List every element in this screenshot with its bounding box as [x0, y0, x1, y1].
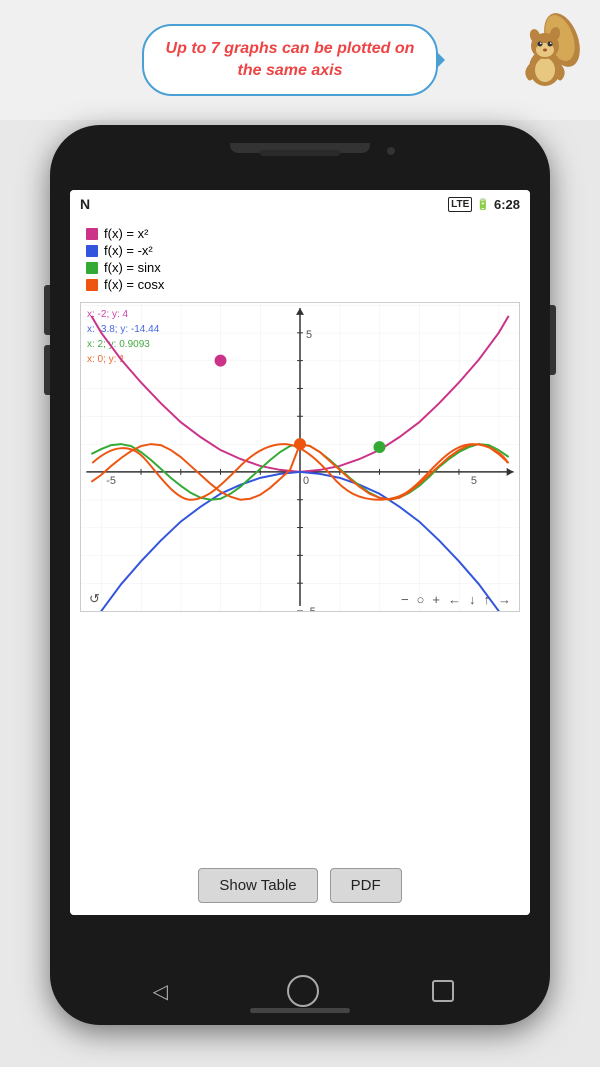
graph-toolbar: ↺ − ○ + ← ↓ ↑ → [81, 591, 519, 607]
clock: 6:28 [494, 197, 520, 212]
legend-label-2: f(x) = -x² [104, 243, 153, 258]
legend-color-2 [86, 245, 98, 257]
phone-nav-bar: ◁ [50, 975, 550, 1007]
graph-container[interactable]: x: -2; y: 4 x: -3.8; y: -14.44 x: 2; y: … [80, 302, 520, 612]
recent-apps-button[interactable] [432, 980, 454, 1002]
zoom-out-button[interactable]: − [401, 592, 409, 607]
zoom-in-button[interactable]: + [432, 592, 440, 607]
top-banner: Up to 7 graphs can be plotted on the sam… [0, 0, 600, 120]
zoom-circle: ○ [417, 592, 425, 607]
legend-item-3: f(x) = sinx [86, 260, 514, 275]
pan-up-button[interactable]: ↑ [484, 592, 491, 607]
battery-icon: 🔋 [476, 198, 490, 211]
show-table-button[interactable]: Show Table [198, 868, 317, 903]
legend-color-3 [86, 262, 98, 274]
pan-right-button[interactable]: → [498, 592, 511, 607]
back-button[interactable]: ◁ [146, 977, 174, 1005]
banner-text: Up to 7 graphs can be plotted on the sam… [166, 38, 415, 83]
legend-label-3: f(x) = sinx [104, 260, 161, 275]
legend-color-4 [86, 279, 98, 291]
volume-up-button[interactable] [44, 285, 50, 335]
power-button[interactable] [550, 305, 556, 375]
pan-down-button[interactable]: ↓ [469, 592, 476, 607]
phone-bottom-bar [250, 1008, 350, 1013]
pan-left-button[interactable]: ← [448, 592, 461, 607]
legend-color-1 [86, 228, 98, 240]
buttons-row: Show Table PDF [70, 856, 530, 915]
home-button[interactable] [287, 975, 319, 1007]
svg-text:5: 5 [471, 475, 477, 487]
reset-icon[interactable]: ↺ [89, 591, 100, 607]
graph-area[interactable]: x: -2; y: 4 x: -3.8; y: -14.44 x: 2; y: … [70, 298, 530, 856]
graph-svg: 5 -5 -5 5 0 [81, 303, 519, 611]
squirrel-icon [510, 10, 580, 90]
phone-frame: N LTE 🔋 6:28 f(x) = x² f(x) = -x² f(x) =… [50, 125, 550, 1025]
legend-label-4: f(x) = cosx [104, 277, 164, 292]
legend-item-4: f(x) = cosx [86, 277, 514, 292]
legend-label-1: f(x) = x² [104, 226, 148, 241]
volume-down-button[interactable] [44, 345, 50, 395]
phone-screen: N LTE 🔋 6:28 f(x) = x² f(x) = -x² f(x) =… [70, 190, 530, 915]
status-right: LTE 🔋 6:28 [448, 197, 520, 212]
speech-bubble: Up to 7 graphs can be plotted on the sam… [142, 24, 439, 97]
svg-text:0: 0 [303, 475, 309, 487]
front-camera [387, 147, 395, 155]
legend-item-2: f(x) = -x² [86, 243, 514, 258]
phone-speaker [260, 150, 340, 156]
carrier-logo: N [80, 196, 90, 212]
status-bar: N LTE 🔋 6:28 [70, 190, 530, 218]
svg-text:5: 5 [306, 329, 312, 341]
pdf-button[interactable]: PDF [330, 868, 402, 903]
legend: f(x) = x² f(x) = -x² f(x) = sinx f(x) = … [70, 218, 530, 298]
lte-indicator: LTE [448, 197, 472, 212]
legend-item-1: f(x) = x² [86, 226, 514, 241]
